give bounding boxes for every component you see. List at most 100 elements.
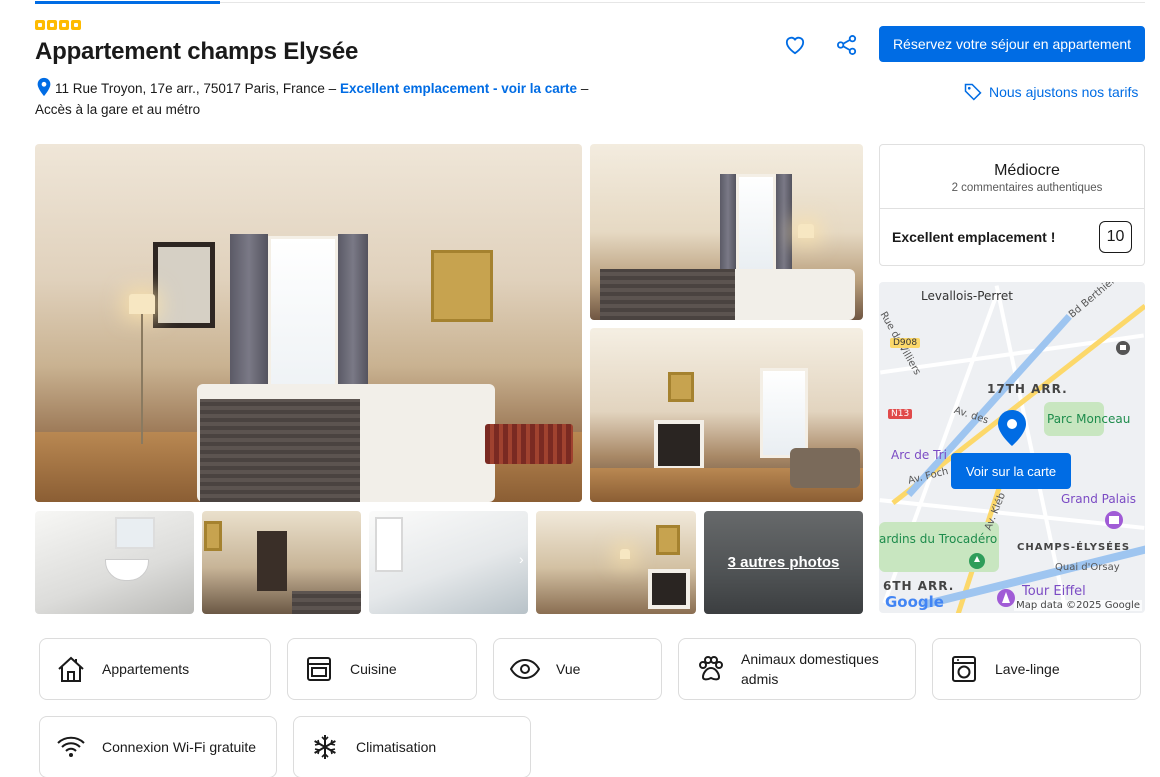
bed-throw: [600, 269, 735, 320]
location-map-link[interactable]: Excellent emplacement - voir la carte: [340, 81, 577, 96]
map-label: Quai d'Orsay: [1055, 562, 1120, 573]
lamp-stand: [141, 314, 143, 444]
star-icon: [35, 20, 45, 30]
review-summary[interactable]: Médiocre 2 commentaires authentiques Exc…: [879, 144, 1145, 266]
gallery-photo-2[interactable]: [590, 144, 863, 320]
facility-label: Animaux domestiques admis: [741, 651, 879, 687]
map-label: 17TH ARR.: [987, 382, 1068, 396]
price-match-link[interactable]: Nous ajustons nos tarifs: [963, 82, 1138, 102]
heart-icon: [785, 36, 805, 55]
map-road-badge: N13: [888, 409, 913, 419]
star-icon: [59, 20, 69, 30]
mirror-frame: [656, 525, 680, 555]
active-tab-indicator: [35, 1, 220, 4]
fireplace: [654, 420, 704, 470]
sink: [105, 559, 149, 581]
snowflake-icon: [310, 732, 340, 762]
gallery-photo-3[interactable]: [590, 328, 863, 502]
address-text: 11 Rue Troyon, 17e arr., 75017 Paris, Fr…: [55, 81, 337, 96]
map-road-badge: D908: [890, 338, 921, 348]
price-match-label: Nous ajustons nos tarifs: [989, 84, 1139, 100]
chevron-right-icon: ›: [519, 551, 524, 567]
facility-label: Climatisation: [356, 739, 437, 755]
window: [760, 368, 808, 458]
review-count: 2 commentaires authentiques: [951, 182, 1103, 194]
oven-icon: [304, 654, 334, 684]
lamp: [798, 224, 814, 238]
map-marker-icon: [998, 410, 1026, 446]
wardrobe: [257, 531, 287, 591]
painting: [431, 250, 493, 322]
floor-lamp: [129, 294, 155, 314]
curtain: [776, 174, 792, 274]
gallery-thumb-shower[interactable]: ›: [369, 511, 528, 614]
property-title: Appartement champs Elysée: [35, 38, 359, 65]
map-label: CHAMPS-ÉLYSÉES: [1017, 542, 1131, 553]
facility-label: Vue: [556, 661, 581, 677]
fireplace: [648, 569, 690, 609]
landmark-icon: [997, 589, 1015, 607]
map-label: Grand Palais: [1061, 492, 1136, 506]
metro-icon: [1116, 341, 1130, 355]
washing-machine-icon: [949, 654, 979, 684]
address-note: Accès à la gare et au métro: [35, 102, 201, 117]
map-pin-icon: [37, 77, 51, 97]
rating-word: Médiocre: [994, 162, 1060, 179]
map-label: ardins du Trocadéro: [879, 532, 998, 546]
facility-label: Cuisine: [350, 661, 397, 677]
facility-label: Appartements: [102, 661, 190, 677]
save-heart-button[interactable]: [780, 30, 810, 60]
map-label: Parc Monceau: [1047, 412, 1131, 426]
map-label: Bd Berthier: [1067, 282, 1118, 321]
gallery-thumb-bathroom[interactable]: [35, 511, 194, 614]
review-header: Médiocre 2 commentaires authentiques: [880, 145, 1144, 209]
location-map[interactable]: Levallois-Perret Rue de Villiers Bd Bert…: [879, 282, 1145, 613]
address-dash: –: [580, 81, 589, 96]
more-photos-label: 3 autres photos: [704, 511, 863, 614]
window: [736, 174, 776, 274]
map-label: Arc de Tri: [891, 448, 947, 462]
map-copyright: Map data ©2025 Google: [1014, 600, 1142, 611]
location-score-badge: 10: [1099, 221, 1132, 253]
chair: [485, 424, 573, 464]
star-rating: [35, 20, 81, 30]
house-icon: [56, 654, 86, 684]
price-tag-icon: [964, 83, 982, 101]
star-icon: [71, 20, 81, 30]
eye-icon: [510, 654, 540, 684]
gallery-thumb-living[interactable]: [536, 511, 696, 614]
reserve-button[interactable]: Réservez votre séjour en appartement: [879, 26, 1145, 62]
sofa: [790, 448, 860, 488]
wifi-icon: [56, 732, 86, 762]
google-logo: Google: [885, 593, 944, 611]
window: [375, 517, 403, 572]
facility-washer: Lave-linge: [932, 638, 1141, 700]
bed-throw: [200, 399, 360, 502]
gallery-more-photos[interactable]: 3 autres photos: [704, 511, 863, 614]
share-button[interactable]: [832, 30, 862, 60]
facility-wifi: Connexion Wi-Fi gratuite: [39, 716, 277, 777]
facility-view: Vue: [493, 638, 662, 700]
gallery-thumb-bedroom[interactable]: [202, 511, 361, 614]
address-block: 11 Rue Troyon, 17e arr., 75017 Paris, Fr…: [35, 77, 635, 120]
map-label: Tour Eiffel: [1022, 584, 1086, 599]
map-label: 6TH ARR.: [883, 579, 955, 593]
curtain: [720, 174, 736, 274]
share-icon: [837, 35, 857, 55]
bed-throw: [292, 591, 361, 614]
paw-icon: [695, 654, 725, 684]
location-score-label: Excellent emplacement !: [892, 229, 1056, 245]
facility-apartments: Appartements: [39, 638, 271, 700]
location-score-row: Excellent emplacement ! 10: [880, 209, 1144, 253]
mirror-frame: [668, 372, 694, 402]
park-icon: [969, 553, 985, 569]
map-label: Levallois-Perret: [921, 289, 1013, 303]
view-map-button[interactable]: Voir sur la carte: [951, 453, 1071, 489]
facility-kitchen: Cuisine: [287, 638, 477, 700]
facility-label: Connexion Wi-Fi gratuite: [102, 739, 257, 755]
facility-ac: Climatisation: [293, 716, 531, 777]
mirror: [153, 242, 215, 328]
museum-icon: [1105, 511, 1123, 529]
facility-pets: Animaux domestiques admis: [678, 638, 916, 700]
main-photo[interactable]: [35, 144, 582, 502]
